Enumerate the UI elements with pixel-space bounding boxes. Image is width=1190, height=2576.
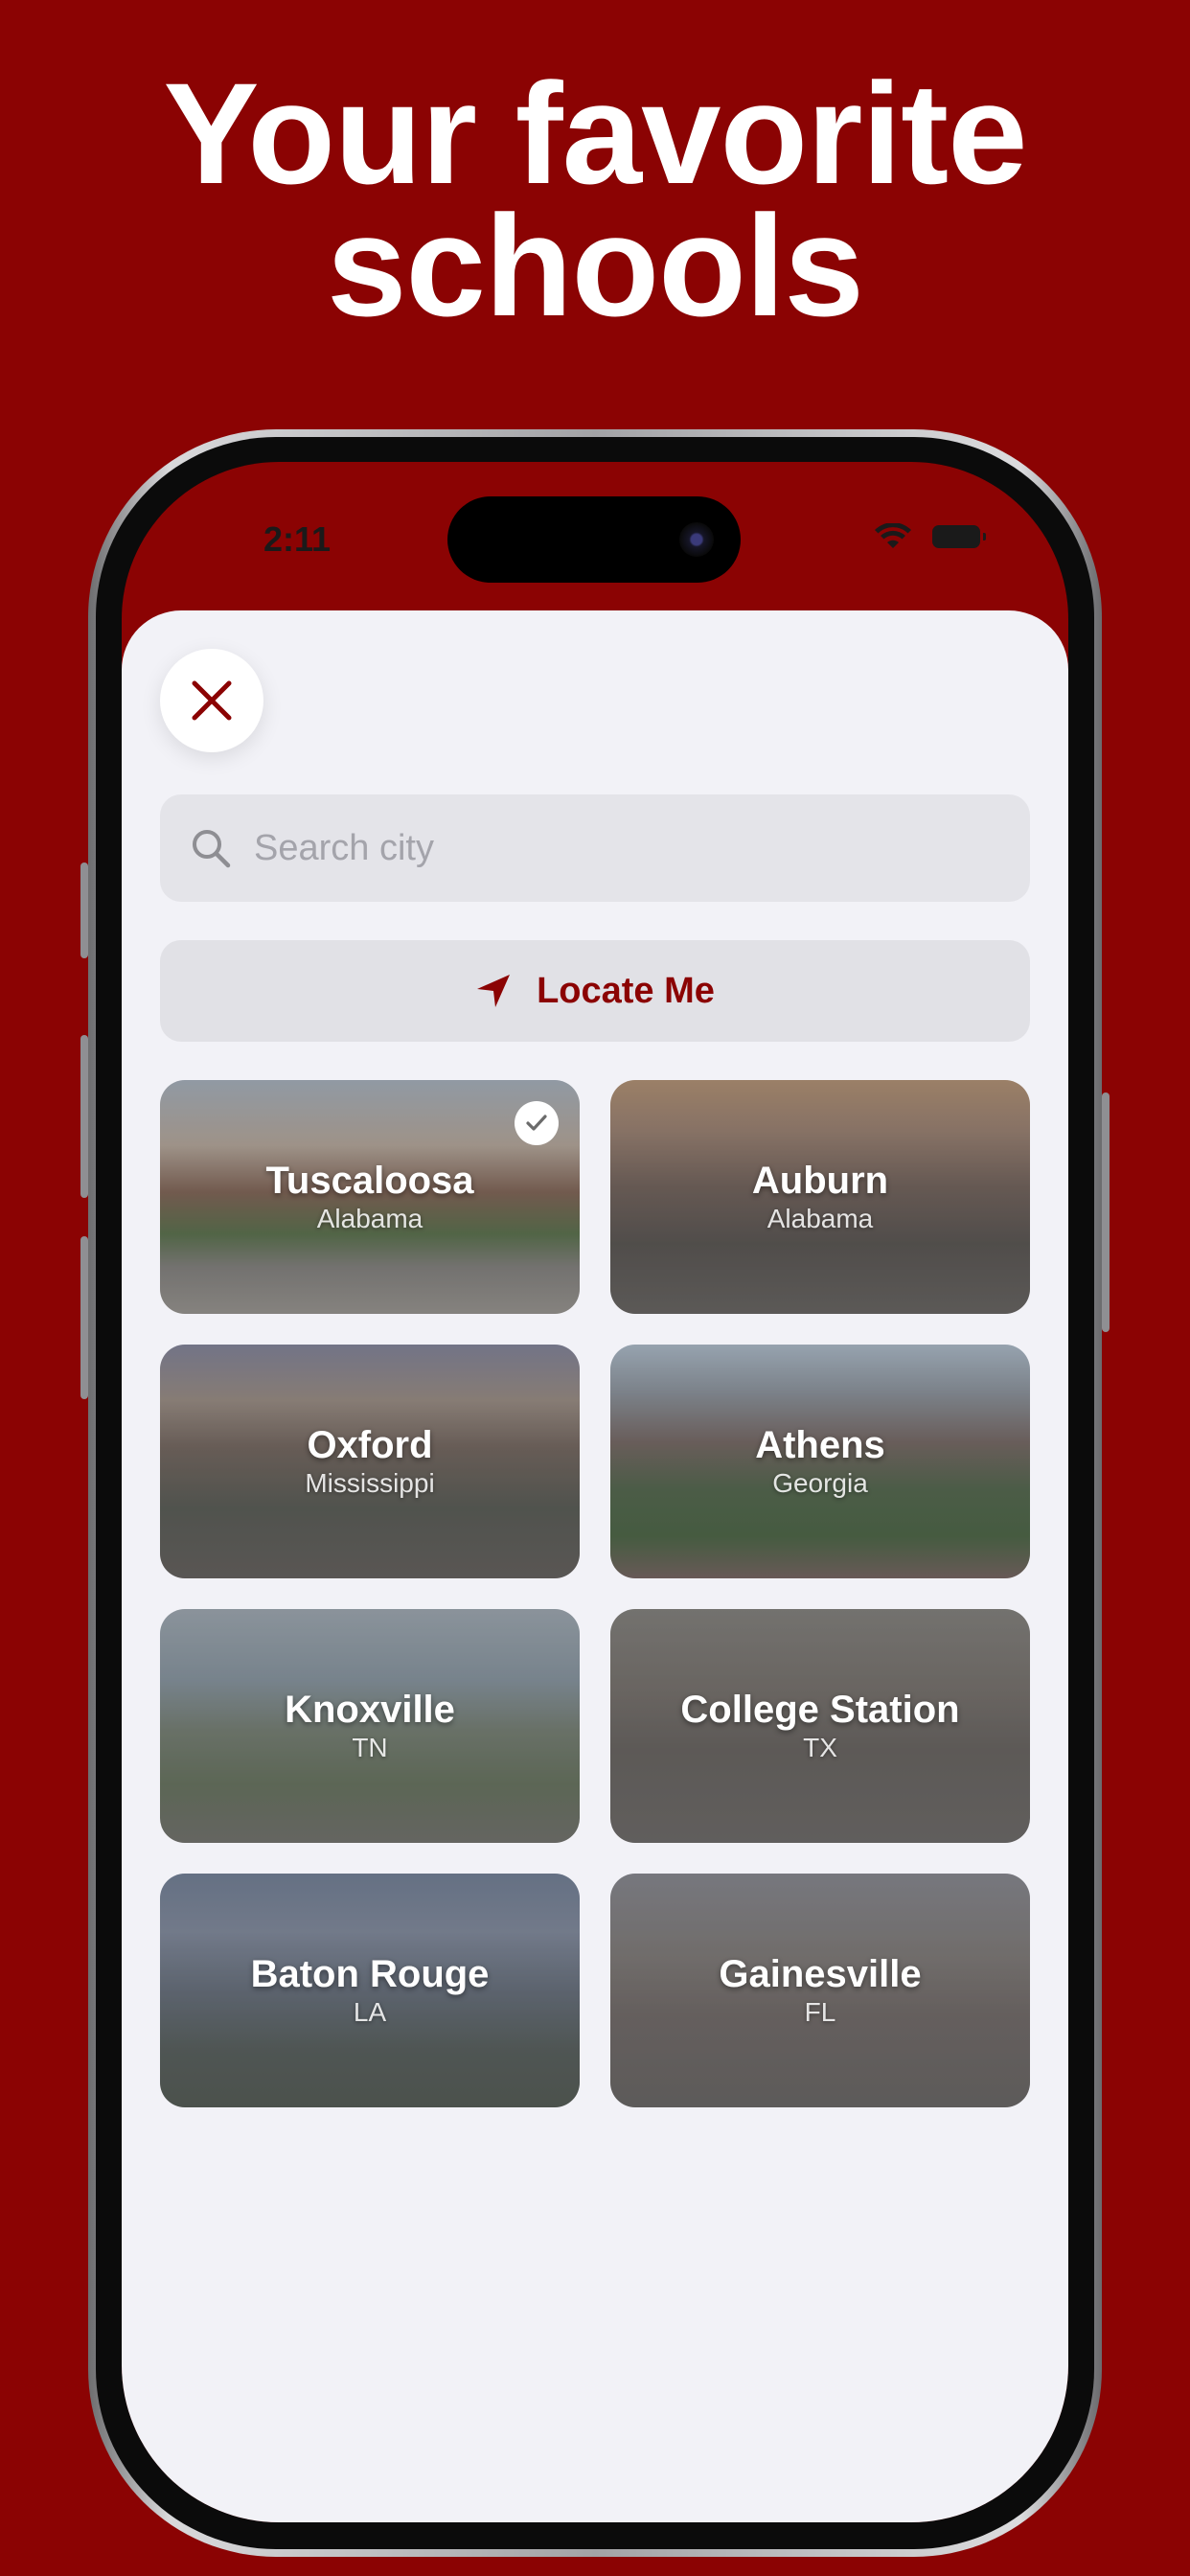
phone-action-button [80,862,88,958]
city-state: Mississippi [305,1468,435,1498]
city-card-gainesville[interactable]: Gainesville FL [610,1874,1030,2107]
search-bar[interactable] [160,794,1030,902]
search-input[interactable] [252,826,984,870]
close-x-icon [192,680,232,721]
headline-line-2: schools [327,185,864,346]
status-time: 2:11 [263,519,332,559]
close-button[interactable] [160,649,263,752]
city-name: Knoxville [285,1689,455,1731]
city-grid: Tuscaloosa Alabama Auburn Alabama Oxford… [160,1080,1030,2107]
city-name: Athens [755,1424,885,1466]
city-card-tuscaloosa[interactable]: Tuscaloosa Alabama [160,1080,580,1314]
city-name: Auburn [751,1160,889,1202]
city-name: Oxford [307,1424,433,1466]
headline: Your favorite schools [0,53,1190,346]
city-name: Tuscaloosa [265,1160,474,1202]
phone-volume-up-button [80,1035,88,1198]
headline-line-1: Your favorite [163,53,1027,214]
search-icon [193,830,231,868]
city-card-auburn[interactable]: Auburn Alabama [610,1080,1030,1314]
battery-icon [932,525,986,548]
city-card-college-station[interactable]: College Station TX [610,1609,1030,1843]
wifi-icon [875,523,911,548]
city-state: TX [803,1733,837,1762]
city-card-athens[interactable]: Athens Georgia [610,1345,1030,1578]
dynamic-island [447,496,741,583]
city-state: TN [352,1733,388,1762]
locate-me-button[interactable]: Locate Me [160,940,1030,1042]
city-card-oxford[interactable]: Oxford Mississippi [160,1345,580,1578]
city-name: Baton Rouge [250,1953,490,1995]
city-state: LA [353,1997,387,2027]
phone-volume-down-button [80,1236,88,1399]
city-card-knoxville[interactable]: Knoxville TN [160,1609,580,1843]
front-camera [679,522,714,557]
city-name: College Station [680,1689,960,1731]
status-icons [875,523,986,550]
locate-me-label: Locate Me [537,970,715,1011]
location-arrow-icon [477,975,511,1007]
selected-checkmark-icon [515,1101,559,1145]
city-state: Georgia [772,1468,868,1498]
city-state: Alabama [767,1204,874,1233]
phone-power-button [1102,1092,1110,1332]
city-state: FL [804,1997,836,2027]
phone-screen: 2:11 Locate Me [122,462,1068,2522]
city-card-baton-rouge[interactable]: Baton Rouge LA [160,1874,580,2107]
city-name: Gainesville [719,1953,922,1995]
city-state: Alabama [316,1204,423,1233]
city-picker-sheet: Locate Me Tuscaloosa Alabama Auburn Alab… [122,610,1068,2522]
